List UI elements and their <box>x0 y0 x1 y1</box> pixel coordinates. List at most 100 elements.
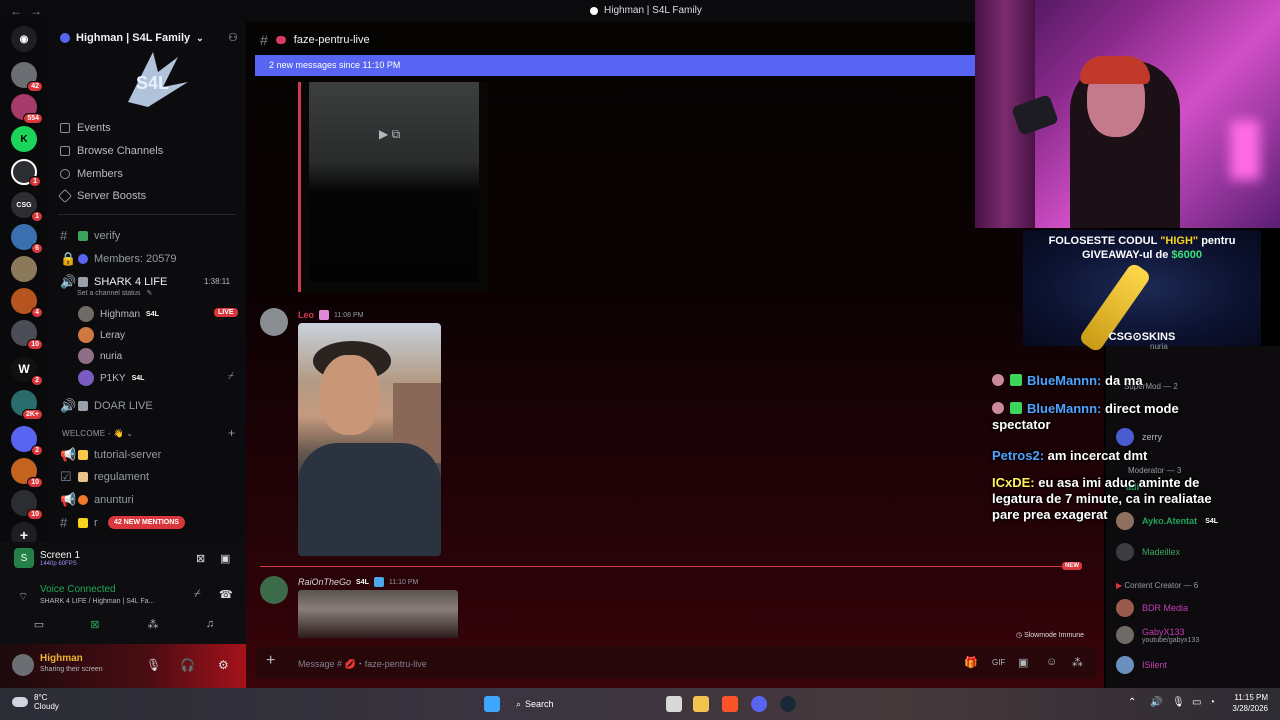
display-icon[interactable]: ▭ <box>1192 697 1201 708</box>
menu-browse-channels[interactable]: Browse Channels <box>60 145 163 157</box>
audio-icon[interactable]: 🔊 <box>1150 697 1162 708</box>
channel-anunturi[interactable]: 📢 anunturi <box>60 492 134 508</box>
channel-regulament[interactable]: ☑ regulament <box>60 469 149 485</box>
new-mentions-pill[interactable]: 42 NEW MENTIONS <box>108 516 185 529</box>
headphones-icon[interactable]: 🎧 <box>180 658 195 672</box>
gift-icon[interactable]: 🎁 <box>964 656 978 669</box>
play-icon[interactable]: ▶ ⧉ <box>379 127 400 142</box>
sticker-icon[interactable]: ▣ <box>1018 656 1028 669</box>
channel-label: SHARK 4 LIFE <box>94 276 168 288</box>
member-item[interactable]: ISilent <box>1116 656 1167 674</box>
add-member-icon[interactable]: ⚇ <box>228 31 238 44</box>
task-view-icon[interactable] <box>666 696 682 712</box>
category-welcome[interactable]: WELCOME - 👋 ⌄ <box>62 429 133 438</box>
network-icon[interactable]: ◔ <box>1209 697 1215 708</box>
server-icon-8[interactable]: 4 <box>11 288 43 318</box>
mic-icon[interactable]: 🎙 <box>146 658 161 672</box>
activities-icon[interactable]: ⁂ <box>146 618 160 632</box>
voice-user[interactable]: nuria <box>78 348 122 364</box>
menu-members[interactable]: Members <box>60 168 123 180</box>
server-icon-10[interactable]: W2 <box>11 356 43 386</box>
voice-channel-doar-live[interactable]: 🔊 DOAR LIVE <box>60 398 153 414</box>
voice-user[interactable]: P1KY S4L <box>78 370 144 386</box>
discord-taskbar-icon[interactable] <box>751 696 767 712</box>
voice-channel-shark[interactable]: 🔊 SHARK 4 LIFE <box>60 274 167 290</box>
channel-label: anunturi <box>94 494 134 506</box>
emoji-icon[interactable]: ☺ <box>1046 656 1057 668</box>
author-name[interactable]: RaiOnTheGo <box>298 577 351 587</box>
avatar <box>1116 599 1134 617</box>
taskbar-clock[interactable]: 11:15 PM 3/28/2026 <box>1226 692 1268 714</box>
server-icon-1[interactable]: 42 <box>11 62 43 92</box>
noise-suppression-icon[interactable]: ⌿ <box>194 588 201 601</box>
voice-location[interactable]: SHARK 4 LIFE / Highman | S4L Fa... <box>40 598 154 605</box>
taskbar-search[interactable]: ⌕ Search <box>508 695 568 713</box>
server-icon-7[interactable] <box>11 256 37 282</box>
member-item[interactable]: Madeillex <box>1116 543 1180 561</box>
author-name[interactable]: Leo <box>298 310 314 320</box>
video-embed[interactable]: ▶ ⧉ <box>298 82 488 292</box>
add-attachment-icon[interactable]: + <box>266 652 275 670</box>
image-attachment[interactable] <box>298 590 458 638</box>
menu-events[interactable]: Events <box>60 122 111 134</box>
channel-status[interactable]: Set a channel status ✎ <box>77 289 152 298</box>
menu-server-boosts[interactable]: Server Boosts <box>57 188 146 204</box>
server-icon-12[interactable]: 2 <box>11 426 43 456</box>
avatar[interactable] <box>12 654 34 676</box>
brave-icon[interactable] <box>722 696 738 712</box>
user-name[interactable]: Highman <box>40 653 83 664</box>
channel-r[interactable]: # r <box>60 515 98 530</box>
server-icon-14[interactable]: 10 <box>11 490 43 520</box>
member-item[interactable]: GabyX133 youtube/gabyx133 <box>1116 626 1199 644</box>
server-icon-6[interactable]: 6 <box>11 224 43 254</box>
server-icon-11[interactable]: 2K+ <box>11 390 43 420</box>
server-icon-3[interactable]: K <box>11 126 37 152</box>
photo-attachment[interactable] <box>298 323 441 556</box>
chat-text: am incercat dmt <box>1047 448 1148 463</box>
voice-user[interactable]: Highman S4L <box>78 306 159 322</box>
nav-arrows[interactable]: ←→ <box>10 4 50 18</box>
server-icon-2[interactable]: 554 <box>11 94 43 124</box>
stop-share-icon[interactable]: ⊠ <box>196 552 205 565</box>
server-icon-9[interactable]: 10 <box>11 320 43 350</box>
server-icon-13[interactable]: 10 <box>11 458 43 488</box>
steam-icon[interactable] <box>780 696 796 712</box>
unread-badge: 4 <box>31 307 43 318</box>
stop-stream-icon[interactable]: ⊠ <box>88 618 102 632</box>
discord-icon[interactable]: ◉ <box>11 26 37 52</box>
unread-badge: 1 <box>29 176 41 187</box>
chevron-up-icon[interactable]: ⌃ <box>1128 697 1136 708</box>
video-off-icon[interactable]: ▭ <box>32 618 46 632</box>
server-icon-4[interactable]: 1 <box>11 159 41 187</box>
soundboard-icon[interactable]: ♫ <box>203 618 217 632</box>
file-explorer-icon[interactable] <box>693 696 709 712</box>
server-banner-logo: S4L <box>128 52 188 107</box>
rules-icon: ☑ <box>60 469 72 484</box>
group-moderator: Moderator — 3 <box>1128 466 1182 475</box>
mic-tray-icon[interactable]: 🎙 <box>1172 697 1185 708</box>
channel-members-count[interactable]: 🔒 Members: 20579 <box>60 251 177 267</box>
settings-gear-icon[interactable]: ⚙ <box>218 658 229 672</box>
message-time: 11:08 PM <box>334 311 364 319</box>
server-icon-5[interactable]: CSG 1 <box>11 192 43 222</box>
channel-tutorial-server[interactable]: 📢 tutorial-server <box>60 447 161 463</box>
message-input[interactable]: Message # 💋・faze-pentru-live <box>298 657 427 670</box>
screen-title: Screen 1 <box>40 549 81 561</box>
member-item[interactable]: nuria <box>1150 342 1168 351</box>
apps-icon[interactable]: ⁂ <box>1072 656 1083 669</box>
voice-connected-label[interactable]: Voice Connected <box>40 584 116 595</box>
disconnect-icon[interactable]: ☎ <box>219 588 233 601</box>
windows-start-icon[interactable] <box>484 696 500 712</box>
avatar[interactable] <box>260 576 288 604</box>
add-channel-icon[interactable]: + <box>228 426 235 440</box>
new-messages-bar[interactable]: 2 new messages since 11:10 PM <box>255 55 975 76</box>
gif-icon[interactable]: GIF <box>992 658 1005 667</box>
voice-user[interactable]: Leray <box>78 327 125 343</box>
server-name[interactable]: Highman | S4L Family ⌄ <box>60 32 204 44</box>
channel-verify[interactable]: # verify <box>60 228 120 243</box>
weather-widget[interactable]: 8°C Cloudy <box>12 693 59 711</box>
member-item[interactable]: BDR Media <box>1116 599 1188 617</box>
avatar[interactable] <box>260 308 288 336</box>
popout-icon[interactable]: ▣ <box>220 552 230 565</box>
check-emoji-icon <box>78 230 88 241</box>
